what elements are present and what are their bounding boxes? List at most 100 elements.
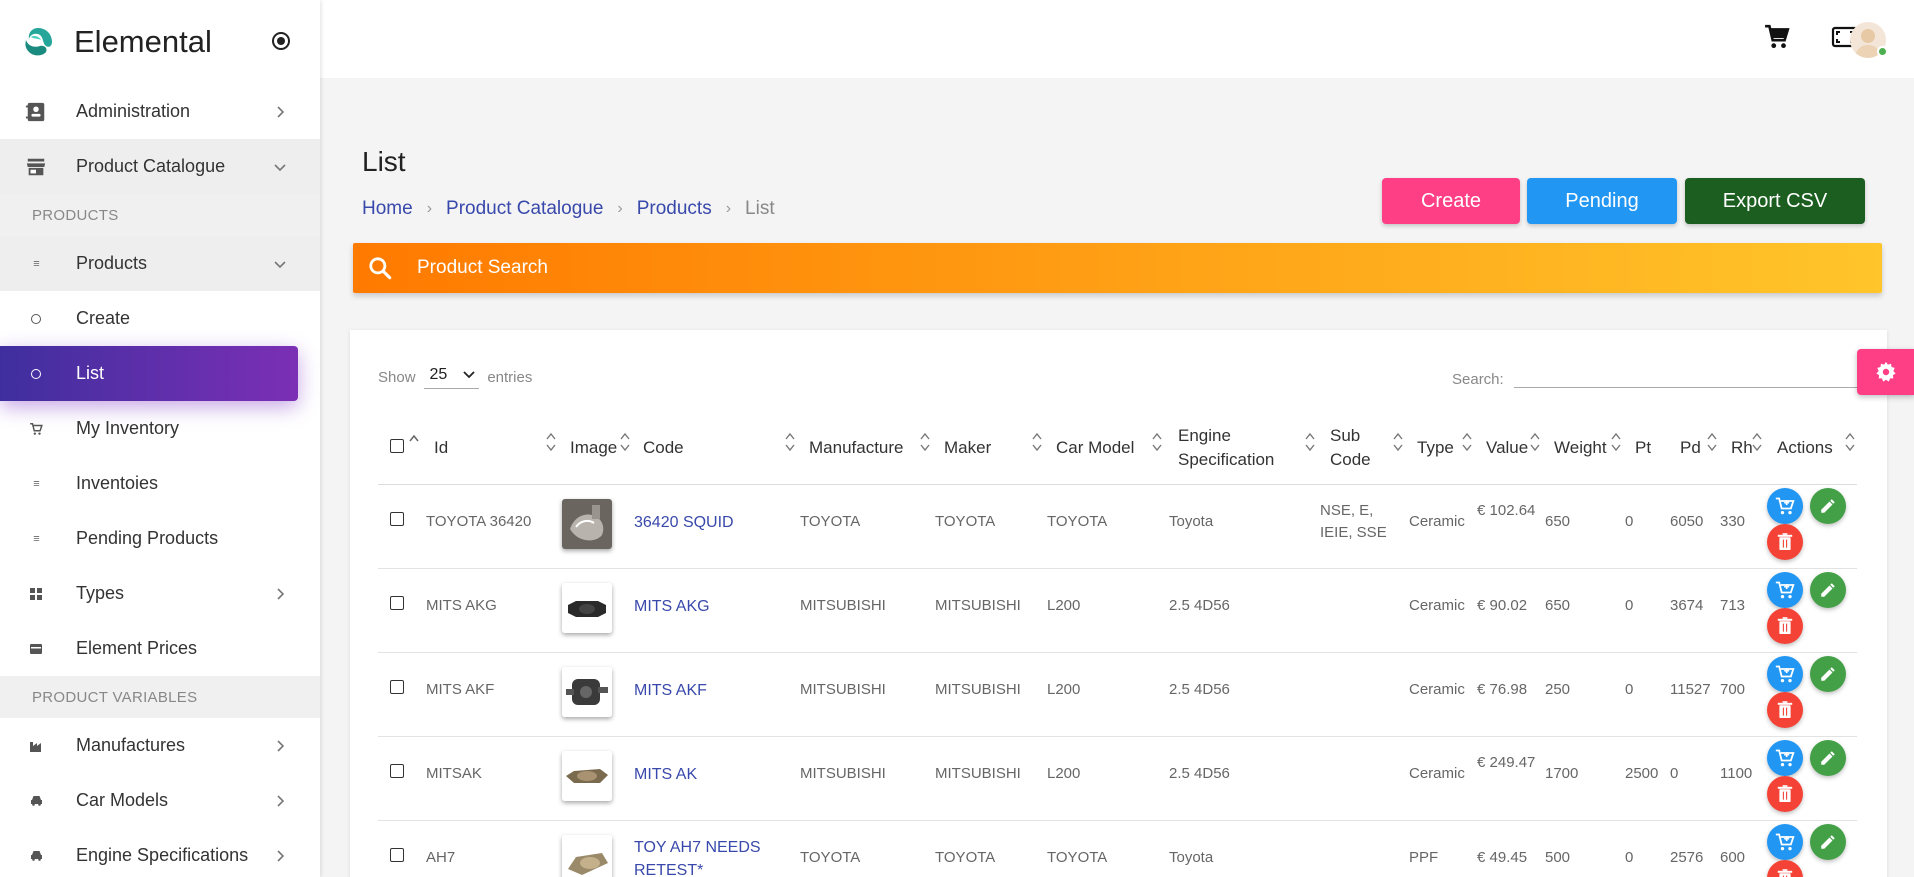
sidebar-item-label: Manufactures <box>76 735 186 755</box>
column-header-maker[interactable]: Maker <box>944 418 991 478</box>
column-header-code[interactable]: Code <box>643 418 684 478</box>
cell-code[interactable]: MITS AK <box>634 763 764 786</box>
sort-icon[interactable] <box>1305 432 1315 452</box>
add-to-cart-button[interactable] <box>1767 656 1803 692</box>
column-header-pd[interactable]: Pd <box>1680 418 1701 478</box>
product-thumbnail[interactable] <box>562 751 612 801</box>
cell-pd: 3674 <box>1670 597 1704 614</box>
column-header-rh[interactable]: Rh <box>1731 418 1753 478</box>
cell-code[interactable]: 36420 SQUID <box>634 511 764 534</box>
sort-icon[interactable] <box>785 432 795 452</box>
cell-rh: 330 <box>1720 513 1746 530</box>
select-all-checkbox[interactable] <box>390 439 404 453</box>
sort-icon[interactable] <box>1752 432 1762 452</box>
delete-button[interactable] <box>1767 692 1803 728</box>
sort-asc-icon[interactable] <box>409 432 419 452</box>
edit-button[interactable] <box>1810 488 1846 524</box>
sort-icon[interactable] <box>1845 432 1855 452</box>
create-button[interactable]: Create <box>1382 178 1520 224</box>
column-header-weight[interactable]: Weight <box>1554 418 1607 478</box>
edit-button[interactable] <box>1810 824 1846 860</box>
sort-icon[interactable] <box>1530 432 1540 452</box>
column-header-type[interactable]: Type <box>1417 418 1454 478</box>
cell-rh: 600 <box>1720 849 1746 866</box>
row-checkbox[interactable] <box>390 512 404 526</box>
sort-icon[interactable] <box>920 432 930 452</box>
sidebar-item-types[interactable]: Types <box>0 566 320 621</box>
breadcrumb-home[interactable]: Home <box>362 198 413 220</box>
cell-code[interactable]: TOY AH7 NEEDS RETEST* <box>634 836 764 877</box>
breadcrumb-product-catalogue[interactable]: Product Catalogue <box>446 198 603 220</box>
list-icon: ≡ <box>33 257 40 270</box>
circle-icon <box>24 307 48 331</box>
product-search-input[interactable] <box>417 257 1017 279</box>
delete-button[interactable] <box>1767 608 1803 644</box>
sort-icon[interactable] <box>1152 432 1162 452</box>
sort-icon[interactable] <box>620 432 630 452</box>
chevron-right-icon <box>277 849 285 862</box>
sort-icon[interactable] <box>1393 432 1403 452</box>
elemental-logo-icon <box>25 28 52 56</box>
sidebar-item-list[interactable]: List <box>0 346 298 401</box>
export-csv-button[interactable]: Export CSV <box>1685 178 1865 224</box>
add-to-cart-button[interactable] <box>1767 740 1803 776</box>
sidebar-item-products[interactable]: ≡ Products <box>0 236 320 291</box>
cell-engine-specification: Toyota <box>1169 513 1214 530</box>
product-thumbnail[interactable] <box>562 583 612 633</box>
pending-button[interactable]: Pending <box>1527 178 1677 224</box>
row-checkbox[interactable] <box>390 848 404 862</box>
sidebar-item-create[interactable]: Create <box>0 291 320 346</box>
edit-button[interactable] <box>1810 572 1846 608</box>
cell-id: MITS AKF <box>426 681 495 698</box>
edit-button[interactable] <box>1810 656 1846 692</box>
column-header-manufacture[interactable]: Manufacture <box>809 418 904 478</box>
cell-code[interactable]: MITS AKF <box>634 679 764 702</box>
cart-icon[interactable] <box>1762 22 1792 52</box>
sidebar-item-element-prices[interactable]: Element Prices <box>0 621 320 676</box>
sort-icon[interactable] <box>1032 432 1042 452</box>
delete-button[interactable] <box>1767 524 1803 560</box>
row-checkbox[interactable] <box>390 680 404 694</box>
cell-code[interactable]: MITS AKG <box>634 595 764 618</box>
cell-id: TOYOTA 36420 <box>426 513 532 530</box>
column-header-pt[interactable]: Pt <box>1635 418 1651 478</box>
product-thumbnail[interactable] <box>562 667 612 717</box>
add-to-cart-button[interactable] <box>1767 488 1803 524</box>
row-checkbox[interactable] <box>390 764 404 778</box>
cell-maker: TOYOTA <box>935 513 996 530</box>
sidebar-item-label: Car Models <box>76 790 169 810</box>
column-header-engine-specification[interactable]: Engine Specification <box>1178 418 1283 478</box>
sidebar-item-manufactures[interactable]: Manufactures <box>0 718 320 773</box>
product-thumbnail[interactable] <box>562 499 612 549</box>
column-header-id[interactable]: Id <box>434 418 448 478</box>
sidebar-item-engine-specifications[interactable]: Engine Specifications <box>0 828 320 877</box>
sidebar-item-product-catalogue[interactable]: Product Catalogue <box>0 139 320 194</box>
settings-button[interactable] <box>1857 349 1914 395</box>
sidebar-item-inventoies[interactable]: ≡ Inventoies <box>0 456 320 511</box>
sidebar-toggle-icon[interactable] <box>272 32 290 50</box>
add-to-cart-button[interactable] <box>1767 572 1803 608</box>
edit-button[interactable] <box>1810 740 1846 776</box>
column-header-image[interactable]: Image <box>570 418 617 478</box>
column-header-car-model[interactable]: Car Model <box>1056 418 1134 478</box>
sidebar-item-my-inventory[interactable]: My Inventory <box>0 401 320 456</box>
row-checkbox[interactable] <box>390 596 404 610</box>
sort-icon[interactable] <box>546 432 556 452</box>
app-name: Elemental <box>74 24 212 59</box>
product-thumbnail[interactable] <box>562 835 612 877</box>
column-header-sub-code[interactable]: Sub Code <box>1330 418 1380 478</box>
entries-select[interactable]: 25 <box>423 366 480 389</box>
sort-icon[interactable] <box>1611 432 1621 452</box>
search-icon[interactable] <box>367 253 397 283</box>
sidebar-item-pending-products[interactable]: ≡ Pending Products <box>0 511 320 566</box>
table-search-input[interactable] <box>1513 366 1884 388</box>
sort-icon[interactable] <box>1707 432 1717 452</box>
column-header-value[interactable]: Value <box>1486 418 1528 478</box>
sidebar-item-administration[interactable]: Administration <box>0 84 320 139</box>
delete-button[interactable] <box>1767 776 1803 812</box>
cell-rh: 713 <box>1720 597 1746 614</box>
sort-icon[interactable] <box>1462 432 1472 452</box>
sidebar-item-car-models[interactable]: Car Models <box>0 773 320 828</box>
add-to-cart-button[interactable] <box>1767 824 1803 860</box>
breadcrumb-products[interactable]: Products <box>637 198 712 220</box>
